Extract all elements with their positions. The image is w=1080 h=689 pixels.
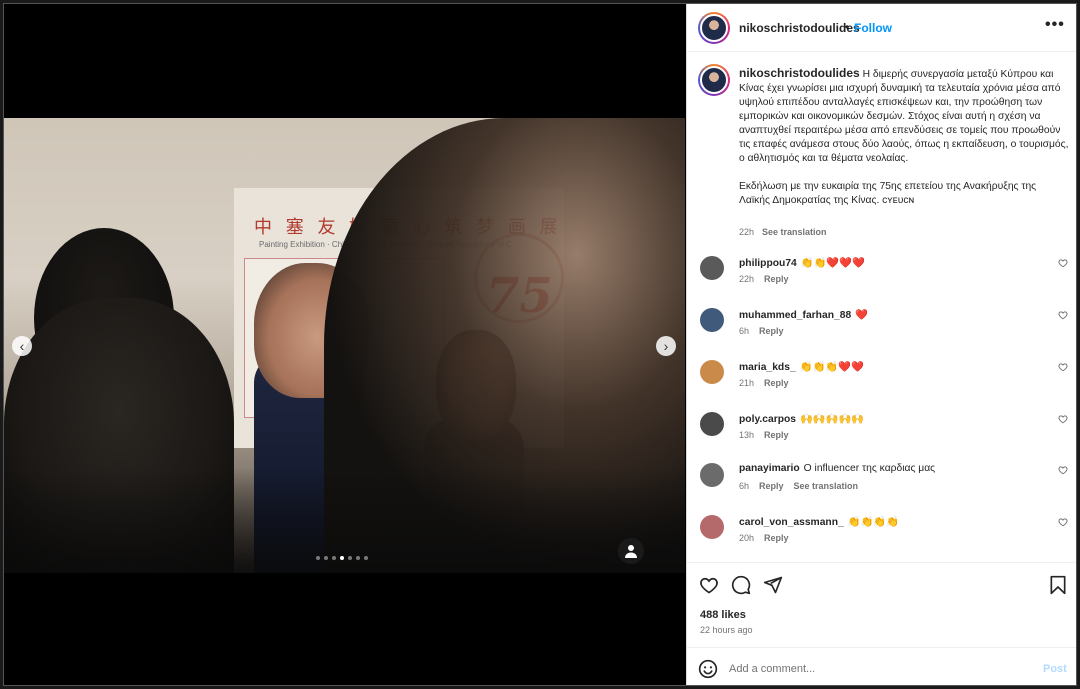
author-username[interactable]: nikoschristodoulides [739, 21, 860, 35]
comment-line: muhammed_farhan_88 ❤️ [739, 308, 1039, 321]
reply-button[interactable]: Reply [764, 378, 789, 388]
post-header: nikoschristodoulides • Follow ••• [687, 4, 1076, 52]
carousel-indicator [316, 556, 368, 560]
carousel-dot [332, 556, 336, 560]
see-translation-link[interactable]: See translation [762, 227, 827, 237]
heart-icon[interactable] [1058, 465, 1068, 475]
comment-text: 👏👏❤️❤️❤️ [800, 258, 865, 269]
comment-line: poly.carpos 🙌🙌🙌🙌🙌 [739, 412, 1039, 425]
heart-icon[interactable] [1058, 310, 1068, 320]
avatar[interactable] [700, 515, 724, 539]
emoji-smile-icon[interactable] [698, 659, 718, 679]
caption-time: 22h [739, 227, 755, 237]
separator-dot: • [845, 20, 850, 34]
carousel-dot [340, 556, 344, 560]
comment-line: maria_kds_ 👏👏👏❤️❤️ [739, 360, 1039, 373]
post-comment-button[interactable]: Post [1043, 663, 1067, 675]
avatar[interactable] [700, 412, 724, 436]
comment-username[interactable]: maria_kds_ [739, 362, 796, 373]
heart-icon[interactable] [699, 575, 719, 595]
follow-button[interactable]: Follow [854, 21, 892, 35]
post-media: 中 塞 友 好 童 心 筑 梦 画 展 Painting Exhibition … [4, 4, 685, 685]
comment-line: panayimario Ο influencer της καρδιας μας [739, 463, 1039, 474]
comment-line: philippou74 👏👏❤️❤️❤️ [739, 256, 1039, 269]
caption-meta: 22h See translation [739, 227, 827, 237]
comment-time: 6h [739, 481, 750, 491]
heart-icon[interactable] [1058, 414, 1068, 424]
comment-text: 👏👏👏👏 [847, 517, 900, 528]
post-side-panel: nikoschristodoulides • Follow ••• nikosc… [686, 4, 1076, 685]
instagram-post-window: 中 塞 友 好 童 心 筑 梦 画 展 Painting Exhibition … [3, 3, 1077, 686]
bookmark-icon[interactable] [1049, 575, 1067, 595]
see-translation-link[interactable]: See translation [794, 481, 859, 491]
like-count[interactable]: 488 likes [700, 609, 746, 621]
carousel-dot [324, 556, 328, 560]
avatar[interactable] [700, 360, 724, 384]
heart-icon[interactable] [1058, 517, 1068, 527]
more-options-icon[interactable]: ••• [1045, 16, 1065, 34]
avatar[interactable] [700, 256, 724, 280]
comment-bubble-icon[interactable] [731, 575, 751, 595]
comment-time: 20h [739, 533, 755, 543]
caption-text: nikoschristodoulides Η διμερής συνεργασί… [739, 66, 1069, 208]
caption-paragraph-1: Η διμερής συνεργασία μεταξύ Κύπρου και Κ… [739, 69, 1069, 164]
comment-time: 22h [739, 274, 755, 284]
heart-icon[interactable] [1058, 362, 1068, 372]
avatar[interactable] [700, 308, 724, 332]
reply-button[interactable]: Reply [759, 481, 784, 491]
comment-username[interactable]: carol_von_assmann_ [739, 517, 844, 528]
comment-meta: 6h Reply See translation [739, 481, 858, 491]
tag-people-icon[interactable] [618, 538, 644, 564]
comment-meta: 21h Reply [739, 378, 789, 388]
comment-item: panayimario Ο influencer της καρδιας μας 6… [698, 463, 1070, 503]
comment-username[interactable]: poly.carpos [739, 414, 796, 425]
comment-time: 13h [739, 430, 755, 440]
comment-item: philippou74 👏👏❤️❤️❤️ 22h Reply [698, 256, 1070, 296]
reply-button[interactable]: Reply [764, 533, 789, 543]
comment-time: 21h [739, 378, 755, 388]
carousel-dot [364, 556, 368, 560]
heart-icon[interactable] [1058, 258, 1068, 268]
avatar[interactable] [700, 463, 724, 487]
carousel-dot [348, 556, 352, 560]
comment-text: 👏👏👏❤️❤️ [799, 362, 864, 373]
post-timestamp[interactable]: 22 hours ago [700, 625, 753, 635]
reply-button[interactable]: Reply [764, 274, 789, 284]
caption-paragraph-2: Εκδήλωση με την ευκαιρία της 75ης επετεί… [739, 181, 1037, 206]
reply-button[interactable]: Reply [764, 430, 789, 440]
avatar[interactable] [698, 64, 730, 96]
comment-text: Ο influencer της καρδιας μας [803, 463, 936, 474]
comment-text: 🙌🙌🙌🙌🙌 [800, 414, 865, 425]
chevron-right-icon[interactable]: › [656, 336, 676, 356]
comment-item: muhammed_farhan_88 ❤️ 6h Reply [698, 308, 1070, 348]
comment-meta: 13h Reply [739, 430, 789, 440]
chevron-left-icon[interactable]: ‹ [12, 336, 32, 356]
comment-text: ❤️ [855, 310, 868, 321]
comment-input[interactable] [729, 658, 1029, 680]
carousel-dot [356, 556, 360, 560]
caption-username[interactable]: nikoschristodoulides [739, 66, 860, 80]
comment-line: carol_von_assmann_ 👏👏👏👏 [739, 515, 1039, 528]
add-comment-bar: Post [687, 647, 1076, 685]
comment-item: maria_kds_ 👏👏👏❤️❤️ 21h Reply [698, 360, 1070, 400]
post-photo: 中 塞 友 好 童 心 筑 梦 画 展 Painting Exhibition … [4, 118, 685, 573]
comment-item: carol_von_assmann_ 👏👏👏👏 20h Reply [698, 515, 1070, 555]
avatar[interactable] [698, 12, 730, 44]
comment-meta: 20h Reply [739, 533, 789, 543]
comment-meta: 6h Reply [739, 326, 784, 336]
comment-username[interactable]: panayimario [739, 463, 800, 474]
reply-button[interactable]: Reply [759, 326, 784, 336]
comment-time: 6h [739, 326, 750, 336]
comment-username[interactable]: muhammed_farhan_88 [739, 310, 851, 321]
paper-plane-icon[interactable] [763, 575, 783, 595]
comment-item: poly.carpos 🙌🙌🙌🙌🙌 13h Reply [698, 412, 1070, 452]
post-actions: 488 likes 22 hours ago Post [687, 562, 1076, 682]
comment-meta: 22h Reply [739, 274, 789, 284]
comment-username[interactable]: philippou74 [739, 258, 797, 269]
carousel-dot [316, 556, 320, 560]
